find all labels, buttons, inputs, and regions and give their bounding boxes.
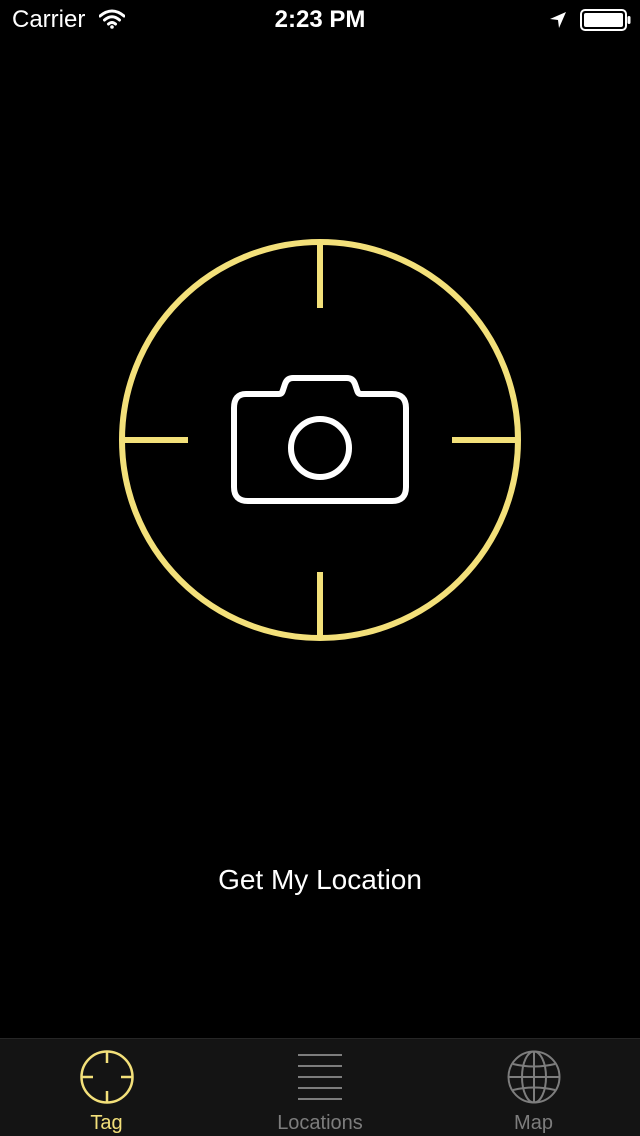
tab-bar: Tag Locations Map [0, 1038, 640, 1136]
battery-icon [580, 9, 631, 31]
crosshair-ring [119, 239, 521, 641]
tab-tag[interactable]: Tag [0, 1039, 213, 1136]
crosshair-icon [79, 1050, 134, 1104]
tab-map[interactable]: Map [427, 1039, 640, 1136]
get-my-location-button[interactable]: Get My Location [0, 862, 640, 898]
status-bar: Carrier 2:23 PM [0, 0, 640, 40]
globe-icon [507, 1050, 560, 1104]
tab-map-label: Map [514, 1112, 553, 1134]
status-time: 2:23 PM [274, 6, 366, 33]
list-lines-icon [298, 1054, 342, 1100]
tag-location-button[interactable] [118, 238, 522, 642]
tab-locations-label: Locations [277, 1112, 363, 1134]
camera-icon [231, 375, 409, 504]
screen: Carrier 2:23 PM Get My Location Tag Loca… [0, 0, 640, 1136]
location-arrow-icon [550, 12, 566, 28]
tab-locations[interactable]: Locations [213, 1039, 427, 1136]
tab-tag-label: Tag [90, 1112, 123, 1134]
